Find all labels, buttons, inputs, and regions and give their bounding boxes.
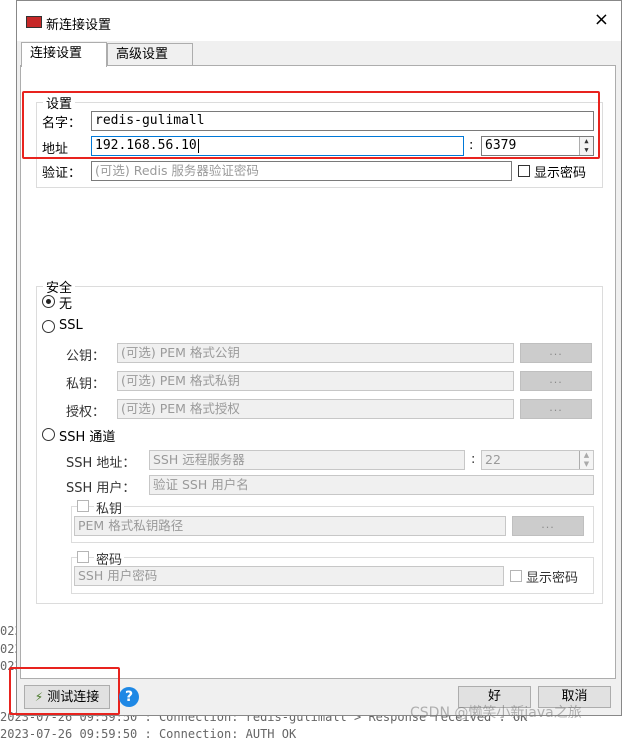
security-none-radio[interactable] bbox=[42, 295, 55, 308]
ssh-show-password-label: 显示密码 bbox=[526, 571, 579, 586]
security-ssh-label: SSH 通道 bbox=[59, 430, 116, 445]
show-password-label: 显示密码 bbox=[534, 166, 587, 181]
show-password-checkbox[interactable] bbox=[518, 165, 530, 177]
security-ssh-radio[interactable] bbox=[42, 428, 55, 441]
pem-path-input[interactable]: PEM 格式私钥路径 bbox=[74, 516, 506, 536]
app-icon bbox=[26, 16, 42, 28]
ssh-port-separator: : bbox=[471, 452, 476, 467]
help-icon[interactable]: ? bbox=[119, 687, 139, 707]
ssh-address-input[interactable]: SSH 远程服务器 bbox=[149, 450, 465, 470]
security-none-label: 无 bbox=[59, 297, 73, 312]
auth-label: 验证： bbox=[42, 166, 82, 181]
public-key-label: 公钥： bbox=[66, 349, 106, 364]
browse-public-key-button[interactable]: ... bbox=[520, 343, 592, 363]
security-ssl-radio[interactable] bbox=[42, 320, 55, 333]
new-connection-dialog: 新连接设置 × 连接设置 高级设置 设置 名字： redis-gulimall … bbox=[9, 0, 622, 716]
ssh-private-key-checkbox[interactable] bbox=[77, 500, 89, 512]
ssh-user-input[interactable]: 验证 SSH 用户名 bbox=[149, 475, 594, 495]
tab-panel: 设置 名字： redis-gulimall 地址 192.168.56.10 :… bbox=[20, 65, 616, 679]
ssh-port-stepper[interactable]: 22 ▲ ▼ bbox=[481, 450, 594, 470]
browse-authority-button[interactable]: ... bbox=[520, 399, 592, 419]
ssh-password-input[interactable]: SSH 用户密码 bbox=[74, 566, 504, 586]
ssh-port-value: 22 bbox=[485, 452, 501, 467]
authority-label: 授权： bbox=[66, 405, 106, 420]
console-line: 2023-07-26 09:59:50 : Connection: AUTH O… bbox=[0, 727, 297, 741]
tab-connection-settings[interactable]: 连接设置 bbox=[21, 42, 107, 67]
public-key-input[interactable]: (可选) PEM 格式公钥 bbox=[117, 343, 514, 363]
spin-up-icon[interactable]: ▲ bbox=[580, 451, 593, 460]
spin-down-icon[interactable]: ▼ bbox=[580, 460, 593, 469]
highlight-box bbox=[9, 667, 120, 715]
ssh-show-password-checkbox[interactable] bbox=[510, 570, 522, 582]
watermark: CSDN @懒笑小新java之旅 bbox=[410, 705, 582, 721]
browse-private-key-button[interactable]: ... bbox=[520, 371, 592, 391]
security-ssl-label: SSL bbox=[59, 318, 83, 333]
title-bar: 新连接设置 × bbox=[17, 1, 621, 41]
close-icon[interactable]: × bbox=[594, 11, 609, 29]
authority-input[interactable]: (可选) PEM 格式授权 bbox=[117, 399, 514, 419]
window-title: 新连接设置 bbox=[46, 18, 112, 33]
ssh-private-key-label: 私钥 bbox=[94, 498, 125, 517]
highlight-box bbox=[22, 91, 600, 159]
tab-advanced-settings[interactable]: 高级设置 bbox=[107, 43, 193, 65]
private-key-label: 私钥： bbox=[66, 377, 106, 392]
ssh-address-label: SSH 地址： bbox=[66, 456, 136, 471]
ssh-user-label: SSH 用户： bbox=[66, 481, 136, 496]
browse-pem-button[interactable]: ... bbox=[512, 516, 584, 536]
private-key-input[interactable]: (可选) PEM 格式私钥 bbox=[117, 371, 514, 391]
auth-password-input[interactable]: (可选) Redis 服务器验证密码 bbox=[91, 161, 512, 181]
ssh-password-checkbox[interactable] bbox=[77, 551, 89, 563]
